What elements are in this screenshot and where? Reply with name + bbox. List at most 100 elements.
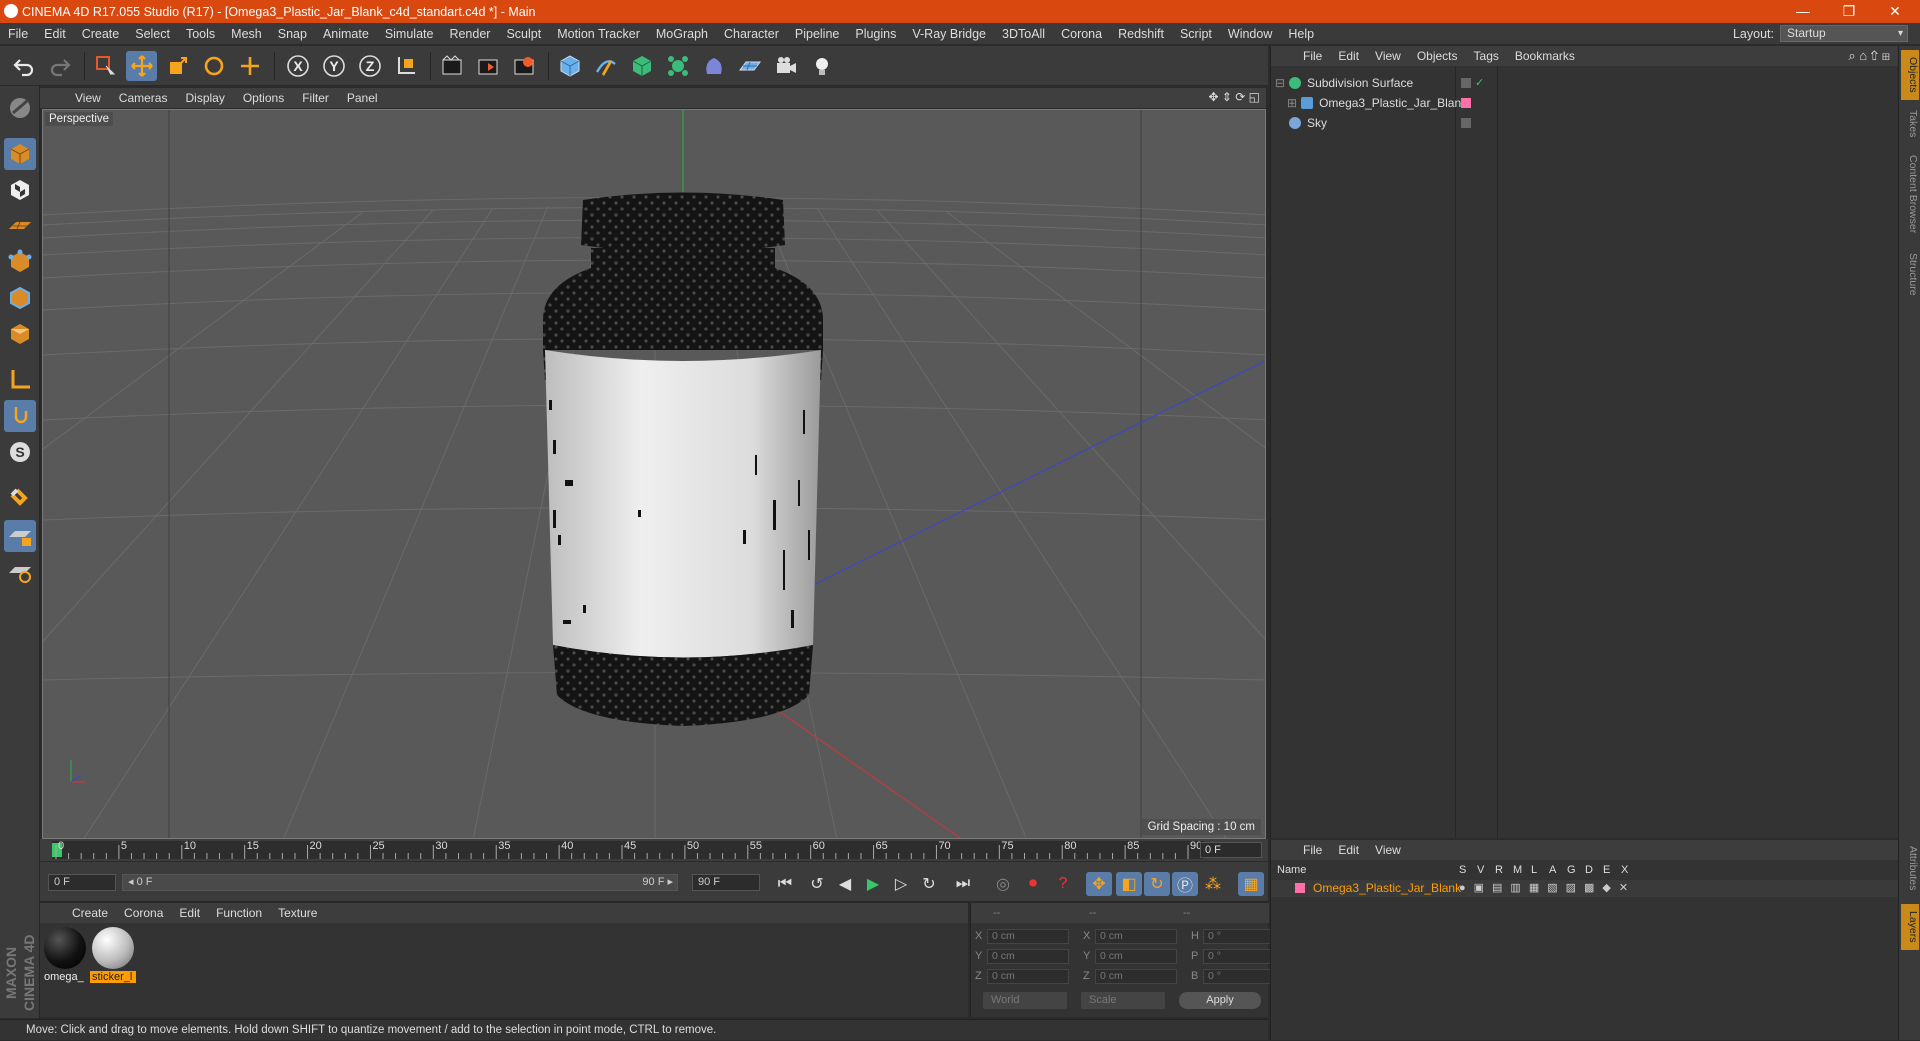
layer-row[interactable]: Omega3_Plastic_Jar_Blank ●▣▤▥▦▧▨▩◆✕ <box>1271 880 1899 897</box>
polygons-mode-icon[interactable] <box>4 318 36 350</box>
go-to-start-icon[interactable]: ⏮ <box>772 872 798 896</box>
layer-flags[interactable]: ●▣▤▥▦▧▨▩◆✕ <box>1459 881 1636 894</box>
minimize-button[interactable]: — <box>1780 0 1826 23</box>
menu-tools[interactable]: Tools <box>178 23 223 45</box>
menu-vray-bridge[interactable]: V-Ray Bridge <box>904 23 994 45</box>
render-settings-icon[interactable] <box>508 51 539 81</box>
menu-edit[interactable]: Edit <box>36 23 74 45</box>
rotation-h-field[interactable]: 0 ° <box>1203 928 1279 944</box>
texture-mode-icon[interactable] <box>4 174 36 206</box>
edges-mode-icon[interactable] <box>4 282 36 314</box>
layer-menu-view[interactable]: View <box>1367 843 1409 857</box>
close-button[interactable]: ✕ <box>1872 0 1918 23</box>
key-position-icon[interactable]: ✥ <box>1086 872 1112 896</box>
undo-icon[interactable] <box>8 51 39 81</box>
tab-layers[interactable]: Layers <box>1901 904 1919 950</box>
layer-tag-icon[interactable] <box>1461 117 1471 128</box>
layer-menu-edit[interactable]: Edit <box>1330 843 1367 857</box>
object-menu-tags[interactable]: Tags <box>1466 49 1507 63</box>
key-pla-icon[interactable]: ⁂ <box>1200 872 1226 896</box>
apply-button[interactable]: Apply <box>1179 992 1261 1009</box>
record-keys-icon[interactable]: ⏺ <box>1020 872 1046 896</box>
layout-dropdown[interactable]: Startup <box>1780 25 1908 42</box>
viewport-menu-options[interactable]: Options <box>234 91 293 105</box>
deformer-icon[interactable] <box>698 51 729 81</box>
cloner-icon[interactable] <box>662 51 693 81</box>
size-y-field[interactable]: 0 cm <box>1095 948 1177 964</box>
coordinate-system-icon[interactable] <box>390 51 421 81</box>
viewport-menu-view[interactable]: View <box>66 91 110 105</box>
viewport-menu-display[interactable]: Display <box>176 91 233 105</box>
menu-pipeline[interactable]: Pipeline <box>787 23 847 45</box>
start-frame-field[interactable]: 0 F <box>48 874 116 891</box>
layer-menu-file[interactable]: File <box>1295 843 1330 857</box>
current-frame-field[interactable]: 0 F <box>1200 842 1262 858</box>
autokey-icon[interactable]: ? <box>1050 872 1076 896</box>
menu-3dtoall[interactable]: 3DToAll <box>994 23 1053 45</box>
menu-plugins[interactable]: Plugins <box>847 23 904 45</box>
menu-script[interactable]: Script <box>1172 23 1220 45</box>
tweak-mode-icon[interactable] <box>4 400 36 432</box>
rotation-p-field[interactable]: 0 ° <box>1203 948 1279 964</box>
menu-character[interactable]: Character <box>716 23 787 45</box>
go-to-end-icon[interactable]: ⏭ <box>950 872 976 896</box>
y-axis-lock-button[interactable]: Y <box>318 51 349 81</box>
menu-mograph[interactable]: MoGraph <box>648 23 716 45</box>
pen-spline-icon[interactable] <box>590 51 621 81</box>
next-key-icon[interactable]: ↻ <box>916 872 942 896</box>
layer-tag-icon[interactable] <box>1461 77 1471 88</box>
viewport-menu-filter[interactable]: Filter <box>293 91 338 105</box>
object-search-icon[interactable]: ⌕ ⌂ ⇧ ⊞ <box>1848 48 1890 64</box>
end-frame-field[interactable]: 90 F <box>692 874 760 891</box>
timeline-ruler[interactable]: 0 5 10 15 20 25 30 35 40 45 50 55 60 65 70 75 80 85 90 0 F <box>40 839 1268 861</box>
render-view-icon[interactable] <box>436 51 467 81</box>
next-frame-icon[interactable]: ▷ <box>888 872 914 896</box>
transform-tool-icon[interactable] <box>234 51 265 81</box>
material-menu-texture[interactable]: Texture <box>270 906 325 920</box>
size-x-field[interactable]: 0 cm <box>1095 928 1177 944</box>
viewport-nav-icons[interactable]: ✥ ⇕ ⟳ ◱ <box>1208 90 1260 104</box>
key-parameter-icon[interactable]: Ⓟ <box>1172 872 1198 896</box>
timeline-window-icon[interactable]: ▦ <box>1238 872 1264 896</box>
workplane-lock-icon[interactable] <box>4 520 36 552</box>
rotate-tool-icon[interactable] <box>198 51 229 81</box>
key-scale-icon[interactable]: ◧ <box>1116 872 1142 896</box>
move-tool-icon[interactable] <box>126 51 157 81</box>
tab-takes[interactable]: Takes <box>1901 104 1919 144</box>
play-forward-icon[interactable]: ▶ <box>860 872 886 896</box>
position-z-field[interactable]: 0 cm <box>987 968 1069 984</box>
menu-window[interactable]: Window <box>1220 23 1280 45</box>
menu-sculpt[interactable]: Sculpt <box>498 23 549 45</box>
tab-structure[interactable]: Structure <box>1901 244 1919 304</box>
menu-snap[interactable]: Snap <box>270 23 315 45</box>
light-icon[interactable] <box>806 51 837 81</box>
axis-mode-icon[interactable] <box>4 364 36 396</box>
object-row-jar[interactable]: ⊞ Omega3_Plastic_Jar_Blank <box>1287 94 1911 111</box>
menu-motion-tracker[interactable]: Motion Tracker <box>549 23 648 45</box>
object-menu-edit[interactable]: Edit <box>1330 49 1367 63</box>
maximize-button[interactable]: ❐ <box>1826 0 1872 23</box>
menu-simulate[interactable]: Simulate <box>377 23 442 45</box>
object-row-subdivision-surface[interactable]: ⊟ Subdivision Surface ✓ <box>1275 74 1899 91</box>
menu-help[interactable]: Help <box>1280 23 1322 45</box>
camera-icon[interactable] <box>770 51 801 81</box>
previous-frame-icon[interactable]: ◀ <box>832 872 858 896</box>
menu-redshift[interactable]: Redshift <box>1110 23 1172 45</box>
subdivision-surface-icon[interactable] <box>626 51 657 81</box>
menu-file[interactable]: File <box>0 23 36 45</box>
floor-icon[interactable] <box>734 51 765 81</box>
preview-range-slider[interactable]: ◂ 0 F 90 F ▸ <box>122 874 678 891</box>
perspective-viewport[interactable]: Perspective Grid Spacing : 10 cm <box>42 109 1266 839</box>
z-axis-lock-button[interactable]: Z <box>354 51 385 81</box>
viewport-menu-panel[interactable]: Panel <box>338 91 387 105</box>
object-menu-bookmarks[interactable]: Bookmarks <box>1507 49 1583 63</box>
object-row-sky[interactable]: Sky <box>1275 114 1899 131</box>
grid-snap-icon[interactable] <box>4 556 36 588</box>
tab-attributes[interactable]: Attributes <box>1901 836 1919 900</box>
motion-path-icon[interactable]: ◎ <box>990 872 1016 896</box>
position-x-field[interactable]: 0 cm <box>987 928 1069 944</box>
make-editable-icon[interactable] <box>4 92 36 124</box>
tab-content-browser[interactable]: Content Browser <box>1901 146 1919 242</box>
coordinate-mode-dropdown[interactable]: World <box>983 992 1067 1009</box>
workplane-mode-icon[interactable] <box>4 210 36 242</box>
